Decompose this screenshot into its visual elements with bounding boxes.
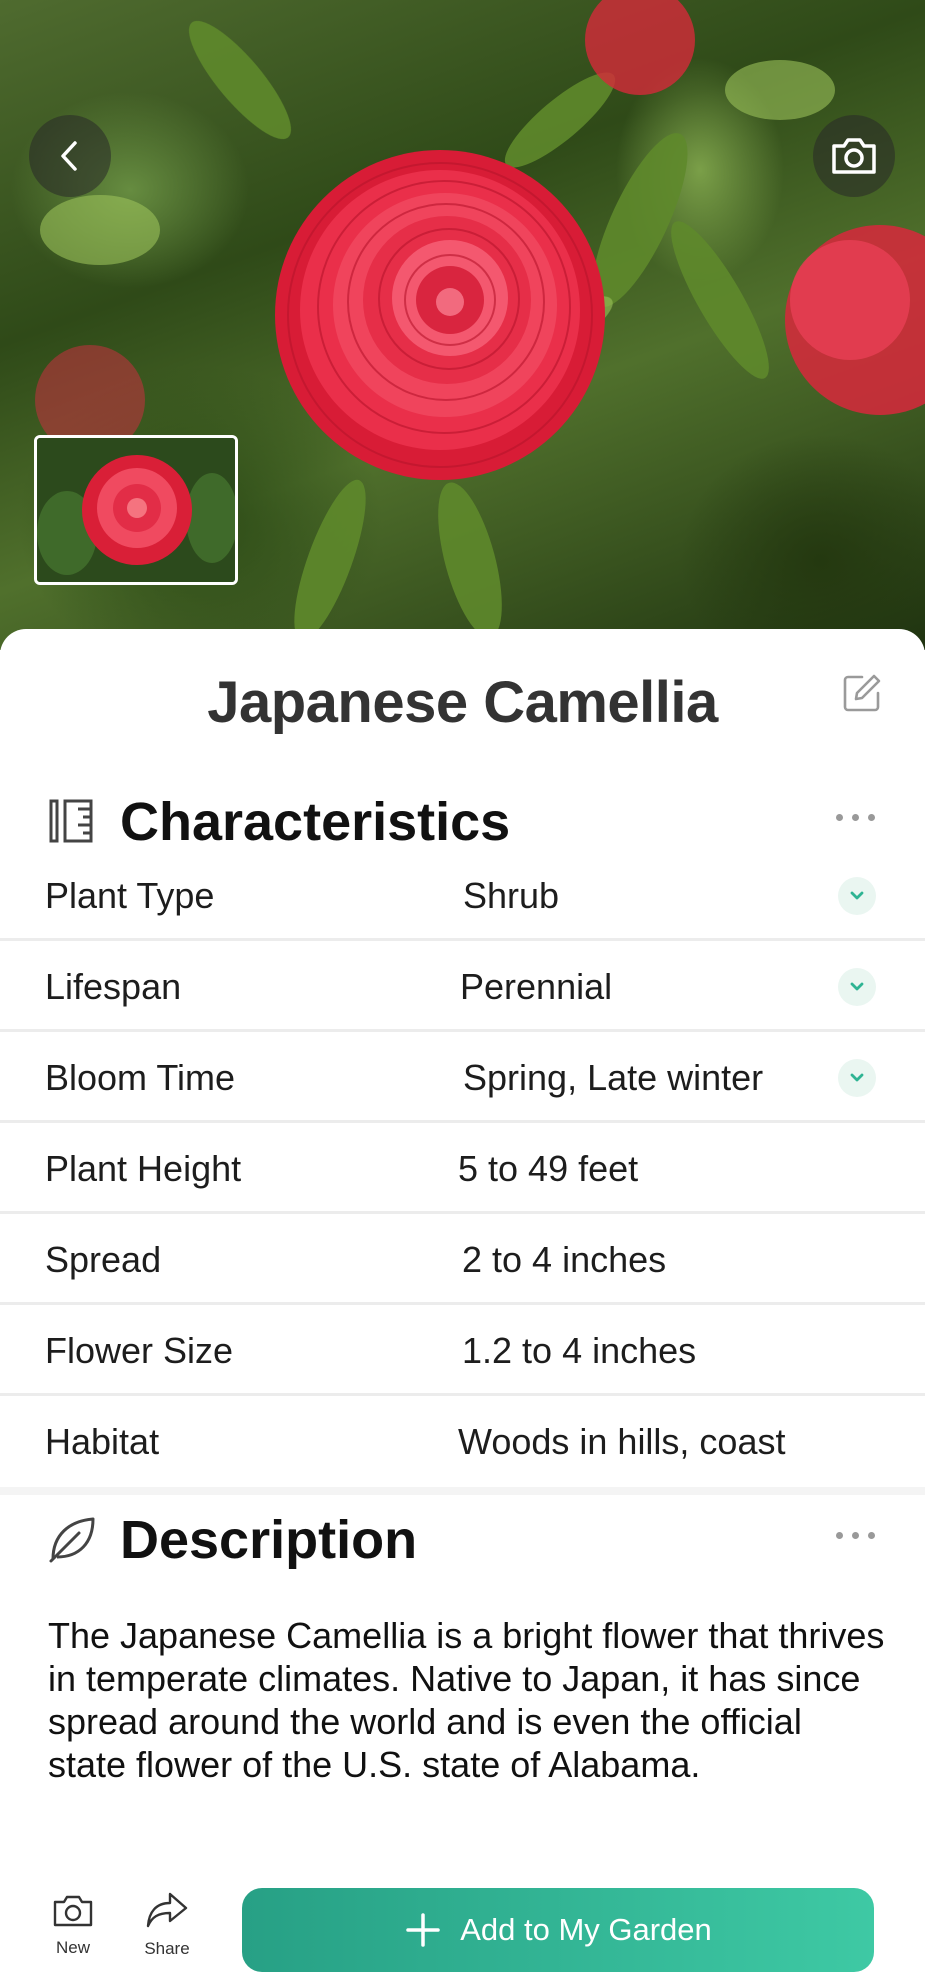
plus-icon xyxy=(406,1913,440,1947)
row-label: Habitat xyxy=(45,1421,160,1462)
characteristic-row-flower-size: Flower Size 1.2 to 4 inches xyxy=(0,1306,925,1396)
leaf-icon xyxy=(45,1511,101,1567)
row-label: Plant Height xyxy=(45,1148,242,1189)
characteristic-row-spread: Spread 2 to 4 inches xyxy=(0,1215,925,1305)
characteristic-row-lifespan[interactable]: Lifespan Perennial xyxy=(0,942,925,1032)
plant-name: Japanese Camellia xyxy=(207,670,718,735)
chevron-left-icon xyxy=(61,141,77,171)
row-label: Bloom Time xyxy=(45,1057,236,1098)
row-label: Plant Type xyxy=(45,875,215,916)
expand-button[interactable] xyxy=(838,968,876,1006)
ruler-icon xyxy=(45,793,101,849)
new-button[interactable]: New xyxy=(33,1893,113,1983)
thumbnail-art xyxy=(37,438,235,582)
expand-button[interactable] xyxy=(838,1059,876,1097)
more-dot xyxy=(852,1532,859,1539)
characteristics-header: Characteristics xyxy=(0,779,925,859)
row-value: Spring, Late winter xyxy=(463,1057,764,1098)
camera-icon xyxy=(53,1895,93,1927)
more-dot xyxy=(852,814,859,821)
share-label: Share xyxy=(144,1939,190,1958)
plant-detail-sheet: Japanese Camellia Characteristics Plant … xyxy=(0,629,925,1988)
share-button[interactable]: Share xyxy=(127,1890,207,1980)
row-value: Woods in hills, coast xyxy=(458,1421,786,1462)
description-title: Description xyxy=(120,1510,418,1570)
more-dot xyxy=(868,1532,875,1539)
plant-photo xyxy=(0,0,925,650)
characteristic-row-plant-type[interactable]: Plant Type Shrub xyxy=(0,851,925,941)
row-value: 5 to 49 feet xyxy=(458,1148,639,1189)
section-divider xyxy=(0,1487,925,1495)
description-more-button[interactable] xyxy=(832,1521,880,1549)
edit-button[interactable] xyxy=(842,673,882,713)
photo-thumbnail[interactable] xyxy=(34,435,238,585)
row-label: Spread xyxy=(45,1239,162,1280)
camera-button[interactable] xyxy=(813,115,895,197)
characteristics-title: Characteristics xyxy=(120,792,511,852)
camera-icon xyxy=(832,138,876,174)
chevron-down-icon xyxy=(850,982,864,991)
expand-button[interactable] xyxy=(838,877,876,915)
new-label: New xyxy=(55,1938,90,1957)
row-value: 1.2 to 4 inches xyxy=(462,1330,697,1371)
row-value: Shrub xyxy=(463,875,560,916)
row-label: Lifespan xyxy=(45,966,182,1007)
characteristic-row-habitat: Habitat Woods in hills, coast xyxy=(0,1397,925,1487)
more-dot xyxy=(836,1532,843,1539)
edit-icon xyxy=(843,674,881,712)
row-label: Flower Size xyxy=(45,1330,234,1371)
description-header: Description xyxy=(0,1497,925,1577)
add-to-garden-label: Add to My Garden xyxy=(460,1912,712,1947)
description-text: The Japanese Camellia is a bright flower… xyxy=(48,1615,885,1785)
chevron-down-icon xyxy=(850,1073,864,1082)
share-icon xyxy=(146,1892,188,1928)
characteristic-row-plant-height: Plant Height 5 to 49 feet xyxy=(0,1124,925,1214)
more-dot xyxy=(868,814,875,821)
characteristic-row-bloom-time[interactable]: Bloom Time Spring, Late winter xyxy=(0,1033,925,1123)
add-to-garden-button[interactable]: Add to My Garden xyxy=(242,1888,874,1972)
row-value: Perennial xyxy=(460,966,613,1007)
chevron-down-icon xyxy=(850,891,864,900)
characteristics-more-button[interactable] xyxy=(832,803,880,831)
more-dot xyxy=(836,814,843,821)
back-button[interactable] xyxy=(29,115,111,197)
row-value: 2 to 4 inches xyxy=(462,1239,667,1280)
